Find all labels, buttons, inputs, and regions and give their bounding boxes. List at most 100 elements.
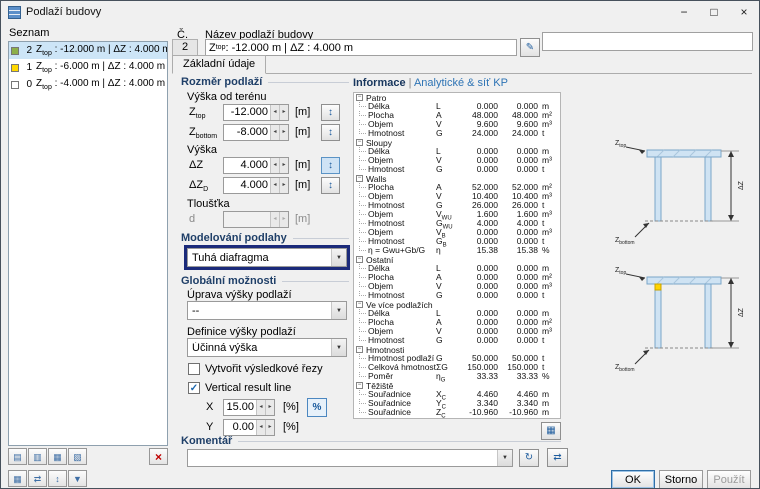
spin-down-icon[interactable]: ◂ <box>256 400 265 415</box>
storey-name-input[interactable]: Ztop : -12.000 m | ΔZ : 4.000 m <box>205 39 517 56</box>
storey-list-item[interactable]: 0 Ztop : -4.000 m | ΔZ : 4.000 m <box>9 76 167 93</box>
spin-up-icon[interactable]: ▸ <box>279 105 288 120</box>
name-preview-field[interactable] <box>542 32 753 51</box>
zbottom-pick-button[interactable]: ↕ <box>321 124 340 141</box>
close-icon: × <box>740 5 748 19</box>
chevron-down-icon[interactable]: ▼ <box>331 249 346 266</box>
dz-input[interactable]: 4.000 ◂ ▸ <box>223 157 289 174</box>
comment-input[interactable]: ▼ <box>187 449 513 467</box>
x-input[interactable]: 15.00 ◂ ▸ <box>223 399 275 416</box>
info-unit: % <box>542 245 550 255</box>
import-icon: ⇄ <box>33 473 42 484</box>
cancel-button[interactable]: Storno <box>659 470 703 488</box>
chevron-down-icon[interactable]: ▼ <box>331 302 346 319</box>
info-value-analytical: 0.000 <box>476 164 498 174</box>
export-button[interactable]: ↕ <box>48 470 67 487</box>
edit-name-button[interactable]: ✎ <box>520 38 540 57</box>
list-view-button[interactable]: ▦ <box>48 448 67 465</box>
dz-sync-button[interactable]: ↕ <box>321 157 340 174</box>
dzd-sync-button[interactable]: ↕ <box>321 177 340 194</box>
info-row-label: η = Gwu+Gb/G <box>354 246 436 255</box>
zbottom-unit: [m] <box>295 126 311 138</box>
ztop-pick-button[interactable]: ↕ <box>321 104 340 121</box>
spin-up-icon[interactable]: ▸ <box>265 400 274 415</box>
import-button[interactable]: ⇄ <box>28 470 47 487</box>
list-label: Seznam <box>9 27 50 39</box>
info-group-name: Hmotnosti <box>366 344 405 355</box>
info-value-mesh: 15.38 <box>516 245 538 255</box>
spin-up-icon[interactable]: ▸ <box>279 178 288 193</box>
storey-list[interactable]: 2 Ztop : -12.000 m | ΔZ : 4.000 m 1 Ztop : … <box>8 41 168 446</box>
maximize-button[interactable]: □ <box>699 1 729 23</box>
tree-collapse-icon[interactable]: − <box>356 382 363 389</box>
dialog-title: Podlaží budovy <box>26 6 102 18</box>
y-input[interactable]: 0.00 ◂ ▸ <box>223 419 275 436</box>
info-row-label: Plocha <box>354 318 436 327</box>
ok-button[interactable]: OK <box>611 470 655 488</box>
chevron-down-icon[interactable]: ▼ <box>331 339 346 356</box>
info-row-label: Hmotnost <box>354 129 436 138</box>
tree-collapse-icon[interactable]: − <box>356 139 363 146</box>
info-row-symbol: G <box>436 335 443 345</box>
numbering-button[interactable]: ▧ <box>68 448 87 465</box>
tree-collapse-icon[interactable]: − <box>356 175 363 182</box>
spin-down-icon[interactable]: ◂ <box>270 105 279 120</box>
storey-number: 1 <box>26 62 32 73</box>
vertical-result-line-checkbox[interactable]: ✓ <box>188 382 200 394</box>
d-label: d <box>189 213 196 225</box>
result-sections-checkbox[interactable] <box>188 363 200 375</box>
info-row-label: Délka <box>354 102 436 111</box>
spin-down-icon[interactable]: ◂ <box>270 178 279 193</box>
current-storey-marker <box>654 283 662 291</box>
chevron-down-icon[interactable]: ▼ <box>497 450 512 466</box>
result-sections-row: Vytvořit výsledkové řezy <box>188 363 323 375</box>
info-tab-analytical[interactable]: Analytické & síť KP <box>414 77 508 89</box>
new-storey-button[interactable]: ▤ <box>8 448 27 465</box>
ztop-input[interactable]: -12.000 ◂ ▸ <box>223 104 289 121</box>
tree-collapse-icon[interactable]: − <box>356 94 363 101</box>
dz-dimension-label: ΔZ <box>738 180 745 190</box>
copy-storey-button[interactable]: ▥ <box>28 448 47 465</box>
spin-up-icon[interactable]: ▸ <box>265 420 274 435</box>
result-sections-label: Vytvořit výsledkové řezy <box>205 363 323 375</box>
pick-icon: ↕ <box>328 126 333 138</box>
spin-up-icon[interactable]: ▸ <box>279 158 288 173</box>
info-row-label: Celková hmotnost <box>354 363 436 372</box>
tab-basic-data[interactable]: Základní údaje <box>172 55 267 74</box>
info-row-label: Hmotnost <box>354 291 436 300</box>
storey-list-item[interactable]: 1 Ztop : -6.000 m | ΔZ : 4.000 m <box>9 59 167 76</box>
tree-collapse-icon[interactable]: − <box>356 301 363 308</box>
dz-dimension-label: ΔZ <box>738 307 745 317</box>
info-row-label: Hmotnost <box>354 219 436 228</box>
info-value-analytical: 15.38 <box>476 245 498 255</box>
percent-toggle-button[interactable]: % <box>307 398 327 417</box>
floor-model-select[interactable]: Tuhá diafragma ▼ <box>187 248 347 267</box>
tree-collapse-icon[interactable]: − <box>356 346 363 353</box>
storey-number: 0 <box>26 79 32 90</box>
height-definition-select[interactable]: Účinná výška ▼ <box>187 338 347 357</box>
comment-templates-button[interactable]: ↻ <box>519 449 539 467</box>
spin-down-icon: ◂ <box>270 212 279 227</box>
spin-up-icon[interactable]: ▸ <box>279 125 288 140</box>
storey-list-item[interactable]: 2 Ztop : -12.000 m | ΔZ : 4.000 m <box>9 42 167 59</box>
filter-button[interactable]: ▼ <box>68 470 87 487</box>
units-settings-button[interactable]: ⇄ <box>547 448 568 467</box>
apply-button[interactable]: Použít <box>707 470 751 488</box>
zbottom-input[interactable]: -8.000 ◂ ▸ <box>223 124 289 141</box>
tree-collapse-icon[interactable]: − <box>356 256 363 263</box>
info-row: Hmotnost G 24.000 24.000 t <box>354 129 560 138</box>
check-icon: ✓ <box>189 382 199 394</box>
exchange-icon: ⇄ <box>553 451 562 463</box>
info-panel-header: Informace | Analytické & síť KP <box>353 77 508 89</box>
table-button[interactable]: ▦ <box>8 470 27 487</box>
close-button[interactable]: × <box>729 1 759 23</box>
delete-storey-button[interactable]: × <box>149 448 168 465</box>
x-label: X <box>206 401 214 413</box>
height-adjust-select[interactable]: -- ▼ <box>187 301 347 320</box>
minimize-button[interactable]: − <box>669 1 699 23</box>
spin-down-icon[interactable]: ◂ <box>256 420 265 435</box>
spin-down-icon[interactable]: ◂ <box>270 158 279 173</box>
spin-down-icon[interactable]: ◂ <box>270 125 279 140</box>
height-definition-label: Definice výšky podlaží <box>187 326 296 338</box>
dzd-input[interactable]: 4.000 ◂ ▸ <box>223 177 289 194</box>
